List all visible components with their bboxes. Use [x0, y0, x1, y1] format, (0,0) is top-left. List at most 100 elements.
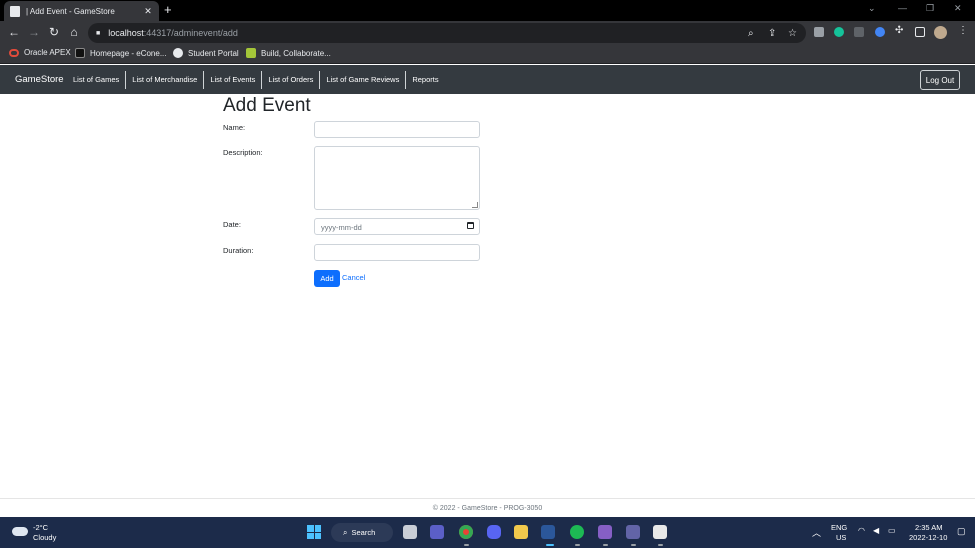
address-bar[interactable]: ■ localhost :44317/adminevent/add ⌕ ⇪ ☆ [88, 23, 806, 43]
browser-toolbar: ← → ↻ ⌂ ■ localhost :44317/adminevent/ad… [0, 21, 975, 45]
minimize-icon[interactable]: — [898, 3, 907, 13]
footer-text: © 2022 - GameStore - PROG-3050 [432, 505, 543, 512]
spotify-icon[interactable] [570, 525, 584, 539]
running-indicator [603, 544, 608, 546]
clock-time[interactable]: 2:35 AM [915, 523, 943, 532]
app-navbar: GameStore List of Games List of Merchand… [0, 65, 975, 94]
bookmark-homepage[interactable]: Homepage - eCone... [75, 48, 167, 58]
visual-studio-icon[interactable] [598, 525, 612, 539]
nav-reports[interactable]: Reports [406, 71, 444, 89]
grammarly-icon[interactable] [834, 27, 844, 37]
share-icon[interactable]: ⇪ [768, 28, 776, 39]
nav-list-of-games[interactable]: List of Games [67, 71, 127, 89]
wifi-icon[interactable]: ◠ [858, 526, 865, 535]
close-tab-icon[interactable]: ✕ [143, 6, 153, 17]
running-indicator [575, 544, 580, 546]
nav-list-of-orders[interactable]: List of Orders [262, 71, 321, 89]
calendar-icon[interactable] [467, 222, 474, 229]
name-label: Name: [223, 123, 246, 132]
globe-icon [173, 48, 183, 58]
restore-icon[interactable]: ❐ [926, 3, 934, 14]
running-indicator [658, 544, 663, 546]
volume-icon[interactable]: ◀ [873, 526, 879, 535]
date-input[interactable]: yyyy-mm-dd [314, 218, 480, 235]
snipping-tool-icon[interactable] [653, 525, 667, 539]
browser-tab[interactable]: | Add Event - GameStore ✕ [4, 1, 159, 21]
language-line1[interactable]: ENG [831, 523, 847, 532]
word-icon[interactable] [541, 525, 555, 539]
side-panel-icon[interactable] [915, 27, 925, 37]
url-path: :44317/adminevent/add [143, 28, 238, 38]
teams-chat-icon[interactable] [430, 525, 444, 539]
nav-links: List of Games List of Merchandise List o… [67, 71, 445, 89]
more-menu-icon[interactable]: ⋮ [958, 25, 968, 36]
description-label: Description: [223, 148, 263, 157]
date-label: Date: [223, 220, 241, 229]
taskbar-search[interactable]: ⌕ Search [331, 523, 393, 542]
date-placeholder: yyyy-mm-dd [321, 223, 362, 232]
task-view-icon[interactable] [403, 525, 417, 539]
clock-date[interactable]: 2022-12-10 [909, 533, 947, 542]
bookmark-label: Student Portal [188, 48, 239, 58]
bookmark-label: Build, Collaborate... [261, 48, 331, 58]
puzzle-icon[interactable]: ✣ [895, 25, 903, 36]
description-textarea[interactable] [314, 146, 480, 210]
windows-taskbar: -2°C Cloudy ⌕ Search ︿ ENG US ◠ ◀ ▭ 2:35… [0, 517, 975, 548]
bookmark-label: Homepage - eCone... [90, 48, 167, 58]
duration-input[interactable] [314, 244, 480, 261]
add-button[interactable]: Add [314, 270, 340, 287]
bookmark-build-collaborate[interactable]: Build, Collaborate... [246, 48, 331, 58]
teams-icon[interactable] [626, 525, 640, 539]
close-window-icon[interactable]: ✕ [954, 3, 962, 14]
cloud-icon[interactable] [12, 527, 28, 536]
lock-icon[interactable]: ■ [96, 30, 100, 37]
extension-icon[interactable] [814, 27, 824, 37]
chevron-up-icon[interactable]: ︿ [812, 526, 821, 539]
name-input[interactable] [314, 121, 480, 138]
nav-list-of-events[interactable]: List of Events [204, 71, 263, 89]
chrome-icon[interactable] [459, 525, 473, 539]
page-title: Add Event [223, 95, 311, 116]
cancel-link[interactable]: Cancel [342, 273, 365, 282]
notification-bell-icon[interactable]: ▢ [957, 526, 966, 537]
duration-label: Duration: [223, 246, 254, 255]
new-tab-icon[interactable]: + [164, 2, 172, 18]
windows-start-icon[interactable] [307, 525, 321, 539]
zoom-search-icon[interactable]: ⌕ [748, 28, 754, 39]
resize-handle-icon[interactable] [472, 202, 478, 208]
extension-icon[interactable] [875, 27, 885, 37]
chevron-down-icon[interactable]: ⌄ [868, 3, 876, 14]
reload-icon[interactable]: ↻ [47, 25, 61, 39]
home-icon[interactable]: ⌂ [67, 25, 81, 39]
nav-list-of-merchandise[interactable]: List of Merchandise [126, 71, 205, 89]
bookmark-student-portal[interactable]: Student Portal [173, 48, 239, 58]
running-indicator [464, 544, 469, 546]
search-label: Search [351, 528, 376, 537]
back-icon[interactable]: ← [7, 25, 21, 39]
extension-icon[interactable] [854, 27, 864, 37]
running-indicator [631, 544, 636, 546]
bookmarks-bar: Oracle APEX Homepage - eCone... Student … [0, 45, 975, 64]
weather-description[interactable]: Cloudy [33, 533, 56, 542]
weather-temperature[interactable]: -2°C [33, 523, 48, 532]
logout-button[interactable]: Log Out [920, 70, 960, 90]
tab-title: | Add Event - GameStore [26, 6, 115, 16]
forward-icon[interactable]: → [27, 25, 41, 39]
search-icon: ⌕ [343, 527, 348, 537]
discord-icon[interactable] [487, 525, 501, 539]
nav-list-of-game-reviews[interactable]: List of Game Reviews [320, 71, 407, 89]
file-explorer-icon[interactable] [514, 525, 528, 539]
browser-tab-strip: | Add Event - GameStore ✕ + ⌄ — ❐ ✕ [0, 0, 975, 21]
profile-avatar[interactable] [934, 26, 947, 39]
footer-divider [0, 498, 975, 499]
bookmark-oracle-apex[interactable]: Oracle APEX [9, 48, 71, 57]
site-icon [75, 48, 85, 58]
oracle-icon [9, 48, 19, 57]
brand-link[interactable]: GameStore [15, 74, 64, 85]
language-line2[interactable]: US [836, 533, 846, 542]
battery-icon[interactable]: ▭ [888, 526, 896, 535]
page-favicon-icon [10, 5, 20, 17]
active-indicator [546, 544, 554, 546]
site-icon [246, 48, 256, 58]
bookmark-star-icon[interactable]: ☆ [788, 28, 797, 39]
